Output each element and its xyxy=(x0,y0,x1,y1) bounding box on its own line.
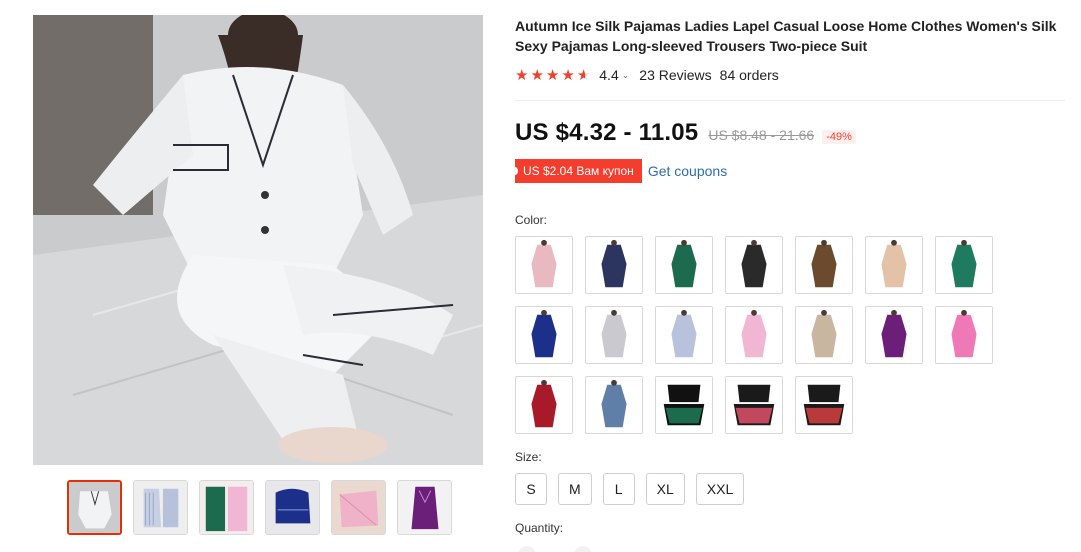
color-swatch[interactable] xyxy=(515,306,573,364)
color-label: Color: xyxy=(515,213,548,227)
current-price: US $4.32 - 11.05 xyxy=(515,119,699,146)
thumbnail-1[interactable] xyxy=(67,480,122,535)
color-swatch[interactable] xyxy=(795,236,853,294)
color-swatch[interactable] xyxy=(935,306,993,364)
main-product-image[interactable] xyxy=(33,15,483,465)
size-option-s[interactable]: S xyxy=(515,473,547,505)
color-swatch-image xyxy=(936,307,992,363)
color-swatch[interactable] xyxy=(585,306,643,364)
color-swatch-image xyxy=(656,307,712,363)
size-options: S M L XL XXL xyxy=(515,473,745,505)
color-swatch-image xyxy=(656,377,712,433)
color-swatch[interactable] xyxy=(795,376,853,434)
quantity-label: Quantity: xyxy=(515,521,564,535)
color-swatch-image xyxy=(586,307,642,363)
rating-stars: ★ ★ ★ ★ ★ xyxy=(515,68,590,83)
thumbnail-3[interactable] xyxy=(199,480,254,535)
thumbnail-6[interactable] xyxy=(397,480,452,535)
color-swatch-image xyxy=(726,377,782,433)
thumbnail-strip xyxy=(67,480,452,535)
size-option-m[interactable]: M xyxy=(558,473,592,505)
color-swatch[interactable] xyxy=(865,236,923,294)
color-swatch[interactable] xyxy=(725,306,783,364)
coupon-badge[interactable]: US $2.04 Вам купон xyxy=(512,159,642,183)
color-swatch[interactable] xyxy=(865,306,923,364)
star-icon: ★ xyxy=(561,66,575,84)
color-swatch-image xyxy=(936,237,992,293)
color-swatch[interactable] xyxy=(655,236,713,294)
star-icon: ★ xyxy=(530,66,544,84)
color-swatch-image xyxy=(656,237,712,293)
color-swatch[interactable] xyxy=(585,236,643,294)
thumbnail-2-image xyxy=(134,481,187,534)
color-swatch-image xyxy=(866,237,922,293)
reviews-link[interactable]: 23 Reviews xyxy=(639,67,711,83)
size-option-l[interactable]: L xyxy=(602,473,635,505)
increase-button[interactable] xyxy=(574,546,592,552)
original-price: US $8.48 - 21.66 xyxy=(708,127,815,143)
thumbnail-5[interactable] xyxy=(331,480,386,535)
thumbnail-2[interactable] xyxy=(133,480,188,535)
thumbnail-3-image xyxy=(200,481,253,534)
half-star-icon: ★ xyxy=(576,66,591,84)
divider xyxy=(515,100,1065,101)
rating-row: ★ ★ ★ ★ ★ 4.4 ⌄ 23 Reviews 84 orders xyxy=(515,65,1065,85)
thumbnail-5-image xyxy=(332,481,385,534)
product-info: Autumn Ice Silk Pajamas Ladies Lapel Cas… xyxy=(512,16,1065,183)
get-coupons-link[interactable]: Get coupons xyxy=(648,163,727,179)
star-icon: ★ xyxy=(545,66,560,84)
quantity-stepper xyxy=(518,546,598,552)
color-swatch-image xyxy=(726,237,782,293)
color-swatch[interactable] xyxy=(725,376,783,434)
color-swatch-image xyxy=(726,307,782,363)
thumbnail-4[interactable] xyxy=(265,480,320,535)
chevron-down-icon[interactable]: ⌄ xyxy=(622,70,630,81)
orders-count: 84 orders xyxy=(719,67,779,83)
color-swatch-image xyxy=(516,237,572,293)
color-swatch[interactable] xyxy=(935,236,993,294)
thumbnail-1-image xyxy=(69,482,120,533)
color-swatch[interactable] xyxy=(585,376,643,434)
color-swatch[interactable] xyxy=(655,306,713,364)
discount-badge: -49% xyxy=(822,130,856,144)
size-option-xl[interactable]: XL xyxy=(645,473,685,505)
thumbnail-4-image xyxy=(266,481,319,534)
star-icon: ★ xyxy=(515,66,529,84)
color-swatch-image xyxy=(796,377,852,433)
color-swatch-image xyxy=(796,237,852,293)
color-swatch-image xyxy=(796,307,852,363)
color-swatch-grid xyxy=(515,236,1005,434)
size-label: Size: xyxy=(515,450,542,464)
color-swatch[interactable] xyxy=(795,306,853,364)
main-product-illustration xyxy=(33,15,483,465)
thumbnail-6-image xyxy=(398,481,451,534)
size-option-xxl[interactable]: XXL xyxy=(695,473,745,505)
rating-value[interactable]: 4.4 xyxy=(599,67,618,83)
color-swatch[interactable] xyxy=(725,236,783,294)
product-title: Autumn Ice Silk Pajamas Ladies Lapel Cas… xyxy=(515,18,1057,54)
color-swatch[interactable] xyxy=(655,376,713,434)
coupon-row: US $2.04 Вам купон Get coupons xyxy=(512,159,1065,183)
color-swatch-image xyxy=(586,237,642,293)
color-swatch[interactable] xyxy=(515,236,573,294)
color-swatch[interactable] xyxy=(515,376,573,434)
color-swatch-image xyxy=(586,377,642,433)
color-swatch-image xyxy=(866,307,922,363)
decrease-button[interactable] xyxy=(518,546,536,552)
price-row: US $4.32 - 11.05 US $8.48 - 21.66 -49% xyxy=(515,119,1065,147)
color-swatch-image xyxy=(516,307,572,363)
color-swatch-image xyxy=(516,377,572,433)
